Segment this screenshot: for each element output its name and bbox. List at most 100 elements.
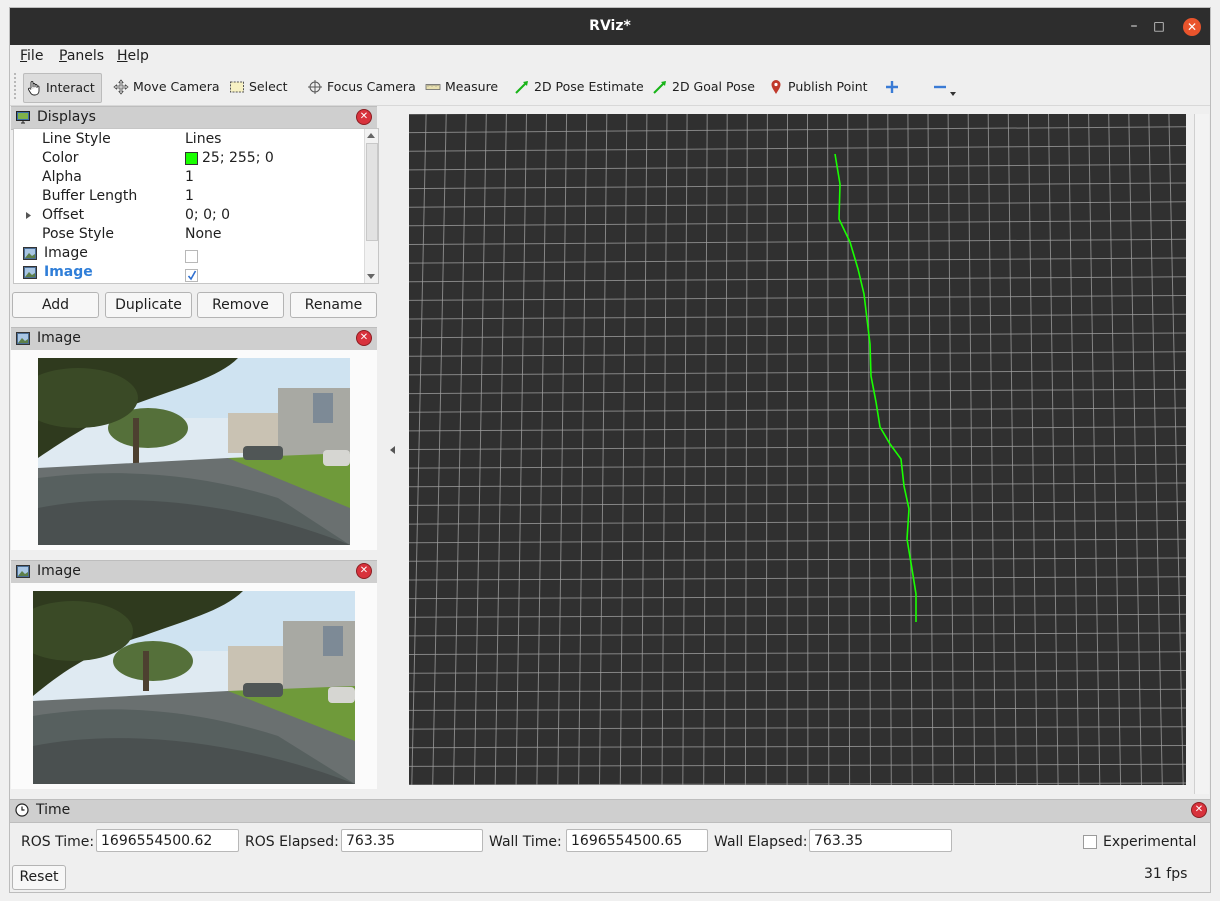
close-icon[interactable]: ✕ (1183, 18, 1201, 36)
monitor-icon (16, 111, 30, 124)
measure-label: Measure (445, 79, 499, 94)
scroll-thumb[interactable] (366, 143, 378, 241)
image-icon (16, 565, 30, 578)
clock-icon (15, 803, 29, 817)
display-item-image[interactable]: Image (14, 244, 364, 263)
publish-point-tool[interactable]: Publish Point (768, 73, 868, 101)
wall-time-label: Wall Time: (489, 834, 562, 850)
duplicate-button[interactable]: Duplicate (105, 292, 192, 318)
displays-title: Displays (37, 109, 96, 125)
image-panel-title: Image (37, 330, 81, 346)
close-panel-icon[interactable]: ✕ (357, 331, 371, 345)
pose-estimate-label: 2D Pose Estimate (534, 79, 644, 94)
ros-time-field[interactable]: 1696554500.62 (96, 829, 239, 852)
menu-panels[interactable]: Panels (59, 48, 104, 64)
display-item-image-selected[interactable]: Image (14, 263, 364, 282)
grid-lines (409, 114, 1186, 785)
reset-button[interactable]: Reset (12, 865, 66, 890)
property-row[interactable]: Pose Style None (14, 225, 364, 244)
image-panel-title: Image (37, 563, 81, 579)
green-arrow-icon (653, 81, 666, 94)
property-row[interactable]: Buffer Length 1 (14, 187, 364, 206)
close-panel-icon[interactable]: ✕ (357, 564, 371, 578)
rename-button[interactable]: Rename (290, 292, 377, 318)
wall-time-field[interactable]: 1696554500.65 (566, 829, 708, 852)
goal-pose-label: 2D Goal Pose (672, 79, 755, 94)
checkbox-box[interactable] (1083, 835, 1097, 849)
grid-canvas[interactable] (409, 114, 1186, 785)
minimize-icon[interactable]: – (1125, 18, 1143, 36)
right-dock-handle[interactable] (1194, 114, 1209, 794)
green-arrow-icon (515, 81, 528, 94)
image-icon (23, 247, 37, 260)
interact-tool[interactable]: Interact (23, 73, 102, 103)
tool-bar: Interact Move Camera Select Focus Camera… (10, 67, 1210, 106)
image-panel-header: Image ✕ (11, 327, 377, 351)
close-panel-icon[interactable]: ✕ (357, 110, 371, 124)
ruler-icon (425, 84, 441, 90)
image-icon (16, 332, 30, 345)
move-camera-label: Move Camera (133, 79, 220, 94)
rviz-window: RViz* – □ ✕ File Panels Help Interact Mo… (10, 8, 1210, 892)
select-tool[interactable]: Select (229, 73, 288, 101)
property-row[interactable]: Line Style Lines (14, 130, 364, 149)
color-swatch[interactable] (185, 152, 198, 165)
wall-elapsed-label: Wall Elapsed: (714, 834, 808, 850)
image-icon (23, 266, 37, 279)
3d-view[interactable] (409, 114, 1186, 785)
remove-button[interactable]: Remove (197, 292, 284, 318)
image-panel-header: Image ✕ (11, 560, 377, 584)
menu-help[interactable]: Help (117, 48, 149, 64)
focus-camera-tool[interactable]: Focus Camera (307, 73, 416, 101)
property-row[interactable]: Alpha 1 (14, 168, 364, 187)
scroll-down-icon[interactable] (367, 274, 375, 279)
window-title: RViz* (589, 18, 631, 34)
pose-estimate-tool[interactable]: 2D Pose Estimate (514, 73, 644, 101)
maximize-icon[interactable]: □ (1150, 18, 1168, 36)
checkmark-icon (187, 270, 197, 280)
dropdown-arrow-icon (950, 92, 956, 96)
menu-bar: File Panels Help (10, 45, 1210, 67)
path-line (834, 153, 917, 622)
close-panel-icon[interactable]: ✕ (1192, 803, 1206, 817)
image-panel-body (11, 350, 377, 550)
title-bar: RViz* – □ ✕ (10, 8, 1210, 45)
ros-elapsed-field[interactable]: 763.35 (341, 829, 483, 852)
select-label: Select (249, 79, 288, 94)
add-button[interactable]: Add (12, 292, 99, 318)
minus-icon (934, 85, 946, 89)
tree-scrollbar[interactable] (364, 129, 378, 283)
displays-panel-header: Displays ✕ (11, 106, 377, 130)
image-panel-body (11, 583, 377, 789)
property-row[interactable]: Color 25; 255; 0 (14, 149, 364, 168)
expand-arrow-icon[interactable] (26, 212, 31, 219)
remove-tool-button[interactable] (932, 73, 956, 101)
menu-file[interactable]: File (20, 48, 43, 64)
select-box-icon (230, 81, 244, 93)
time-title: Time (36, 802, 71, 818)
camera-image (38, 358, 350, 545)
publish-point-label: Publish Point (788, 79, 868, 94)
plus-icon (886, 81, 898, 93)
hand-pointer-icon (28, 81, 40, 96)
move-camera-tool[interactable]: Move Camera (113, 73, 220, 101)
scroll-up-icon[interactable] (367, 133, 375, 138)
fps-counter: 31 fps (1144, 866, 1188, 882)
focus-camera-label: Focus Camera (327, 79, 416, 94)
ros-elapsed-label: ROS Elapsed: (245, 834, 339, 850)
experimental-label: Experimental (1103, 834, 1197, 850)
camera-image (33, 591, 355, 784)
collapse-left-icon[interactable] (390, 446, 395, 454)
measure-tool[interactable]: Measure (425, 73, 498, 101)
move-camera-icon (113, 79, 129, 95)
experimental-checkbox[interactable]: Experimental (1083, 834, 1196, 850)
goal-pose-tool[interactable]: 2D Goal Pose (652, 73, 755, 101)
displays-tree: Line Style Lines Color 25; 255; 0 Alpha 1 … (13, 128, 379, 284)
crosshair-icon (308, 80, 322, 94)
map-pin-icon (771, 80, 781, 94)
add-tool-button[interactable] (884, 73, 900, 101)
wall-elapsed-field[interactable]: 763.35 (809, 829, 952, 852)
property-row[interactable]: Offset 0; 0; 0 (14, 206, 364, 225)
enable-checkbox[interactable] (185, 266, 198, 283)
toolbar-grip (14, 73, 19, 99)
